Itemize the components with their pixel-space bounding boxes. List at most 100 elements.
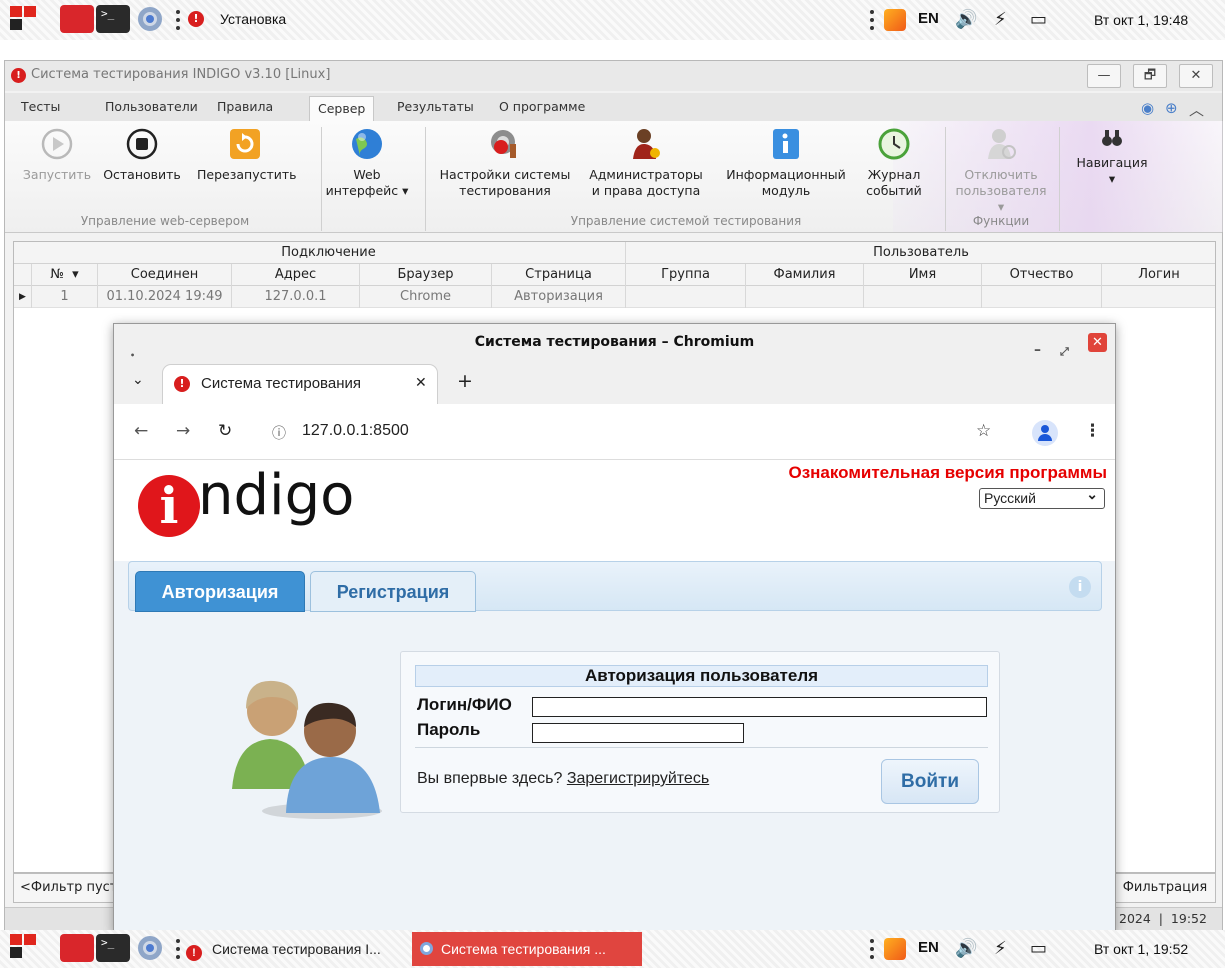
network-off-icon[interactable]: ⚡	[994, 938, 1007, 959]
close-button[interactable]: ✕	[1179, 64, 1213, 88]
browser-tab[interactable]: ! Система тестирования ✕	[162, 364, 438, 404]
separator-icon	[870, 939, 874, 959]
menu-rules[interactable]: Правила	[209, 93, 281, 121]
web-interface-button[interactable]: Web интерфейс ▾	[325, 127, 409, 199]
stop-server-button[interactable]: Остановить	[102, 127, 182, 183]
zoom-in-icon[interactable]: ⊕	[1165, 99, 1178, 117]
table-row[interactable]: ▶ 1 01.10.2024 19:49 127.0.0.1 Chrome Ав…	[14, 286, 1215, 308]
play-icon	[41, 128, 73, 160]
display-icon[interactable]: ▭	[1030, 938, 1047, 959]
login-input[interactable]	[532, 697, 987, 717]
taskbar-task-chromium[interactable]: Система тестирования ...	[412, 932, 642, 966]
tab-close-icon[interactable]: ✕	[415, 375, 427, 391]
separator-icon	[176, 10, 180, 30]
restart-icon	[230, 129, 260, 159]
tab-list-chevron-icon[interactable]: ⌄	[132, 372, 144, 388]
column-header-login[interactable]: Логин	[1102, 264, 1216, 286]
top-taskbar: >_ ! Установка EN 🔊 ⚡ ▭ Вт окт 1, 19:48	[0, 0, 1225, 40]
web-page: i ndigo Ознакомительная версия программы…	[114, 461, 1115, 932]
table-group-header: Подключение Пользователь	[14, 242, 1215, 264]
forward-arrow-icon[interactable]: →	[176, 421, 190, 441]
info-module-button[interactable]: Информационный модуль	[721, 127, 851, 199]
globe-icon[interactable]: ◉	[1141, 99, 1154, 117]
menu-results[interactable]: Результаты	[389, 93, 482, 121]
column-header-connected[interactable]: Соединен	[98, 264, 232, 286]
window-title: Система тестирования INDIGO v3.10 [Linux…	[31, 67, 331, 82]
navigation-button[interactable]: Навигация ▾	[1069, 127, 1155, 187]
password-input[interactable]	[532, 723, 744, 743]
start-menu-icon[interactable]	[10, 934, 38, 960]
file-manager-icon[interactable]	[60, 934, 94, 962]
start-server-button[interactable]: Запустить	[21, 127, 93, 183]
group-label-system: Управление системой тестирования	[570, 214, 802, 228]
bookmark-star-icon[interactable]: ☆	[976, 421, 991, 441]
users-icon	[232, 680, 382, 819]
keyboard-layout[interactable]: EN	[918, 10, 939, 27]
login-button[interactable]: Войти	[881, 759, 979, 804]
menu-tests[interactable]: Тесты	[13, 93, 68, 121]
binoculars-icon	[1102, 130, 1122, 146]
restart-server-button[interactable]: Перезапустить	[197, 127, 297, 183]
stop-icon	[126, 128, 158, 160]
package-icon[interactable]	[884, 9, 906, 31]
volume-icon[interactable]: 🔊	[955, 938, 977, 959]
column-header-page[interactable]: Страница	[492, 264, 626, 286]
close-icon[interactable]: ✕	[1088, 333, 1107, 352]
group-header-user: Пользователь	[873, 245, 969, 260]
bottom-taskbar: >_ ! Система тестирования I... Система те…	[0, 930, 1225, 968]
address-bar[interactable]: 127.0.0.1:8500	[302, 422, 409, 440]
site-info-icon[interactable]: ⓘ	[272, 423, 286, 443]
volume-icon[interactable]: 🔊	[955, 9, 977, 30]
tab-login[interactable]: Авторизация	[135, 571, 305, 612]
profile-avatar-icon[interactable]	[1032, 420, 1058, 446]
chromium-window: • Система тестирования – Chromium – ⤢ ✕ …	[113, 323, 1116, 933]
column-header-group[interactable]: Группа	[626, 264, 746, 286]
administrators-button[interactable]: Администраторы и права доступа	[587, 127, 705, 199]
menu-kebab-icon[interactable]: ⋮	[1084, 421, 1101, 441]
menu-users[interactable]: Пользователи	[97, 93, 206, 121]
column-header-address[interactable]: Адрес	[232, 264, 360, 286]
indigo-icon: !	[186, 945, 202, 961]
file-manager-icon[interactable]	[60, 5, 94, 33]
browser-tab-title: Система тестирования	[201, 375, 361, 392]
chromium-icon[interactable]	[138, 936, 162, 960]
taskbar-task-indigo[interactable]: ! Система тестирования I...	[186, 932, 408, 966]
column-header-number[interactable]: № ▾	[32, 264, 98, 286]
column-header-browser[interactable]: Браузер	[360, 264, 492, 286]
network-off-icon[interactable]: ⚡	[994, 9, 1007, 30]
filtering-button[interactable]: Фильтрация	[1114, 873, 1216, 903]
column-header-name[interactable]: Имя	[864, 264, 982, 286]
start-menu-icon[interactable]	[10, 6, 38, 32]
collapse-ribbon-icon[interactable]: ︿	[1189, 99, 1204, 120]
clock[interactable]: Вт окт 1, 19:52	[1094, 941, 1188, 957]
auth-tabs: Авторизация Регистрация i	[128, 561, 1102, 612]
event-log-button[interactable]: Журнал событий	[859, 127, 929, 199]
new-tab-icon[interactable]: +	[457, 370, 473, 392]
keyboard-layout[interactable]: EN	[918, 939, 939, 956]
menu-about[interactable]: О программе	[491, 93, 593, 121]
minimize-button[interactable]: —	[1087, 64, 1121, 88]
system-settings-button[interactable]: Настройки системы тестирования	[435, 127, 575, 199]
register-link[interactable]: Зарегистрируйтесь	[567, 770, 709, 787]
menu-server[interactable]: Сервер	[309, 96, 375, 122]
package-icon[interactable]	[884, 938, 906, 960]
language-select[interactable]: Русский	[979, 485, 1105, 509]
taskbar-app-label[interactable]: Установка	[220, 11, 286, 27]
group-label-functions: Функции	[972, 214, 1030, 228]
filter-summary[interactable]: <Фильтр пуст	[13, 873, 123, 903]
column-header-patronymic[interactable]: Отчество	[982, 264, 1102, 286]
reload-icon[interactable]: ↻	[218, 421, 232, 441]
terminal-icon[interactable]: >_	[96, 5, 130, 33]
tab-register[interactable]: Регистрация	[310, 571, 476, 612]
chromium-titlebar: • Система тестирования – Chromium – ⤢ ✕	[114, 324, 1115, 360]
chromium-icon[interactable]	[138, 7, 162, 31]
column-header-surname[interactable]: Фамилия	[746, 264, 864, 286]
separator-icon	[870, 10, 874, 30]
terminal-icon[interactable]: >_	[96, 934, 130, 962]
display-icon[interactable]: ▭	[1030, 9, 1047, 30]
clock[interactable]: Вт окт 1, 19:48	[1094, 12, 1188, 28]
restore-button[interactable]: 🗗	[1133, 64, 1167, 88]
back-arrow-icon[interactable]: ←	[134, 421, 148, 441]
info-icon[interactable]: i	[1069, 576, 1091, 598]
disconnect-user-button[interactable]: Отключить пользователя ▾	[951, 127, 1051, 215]
